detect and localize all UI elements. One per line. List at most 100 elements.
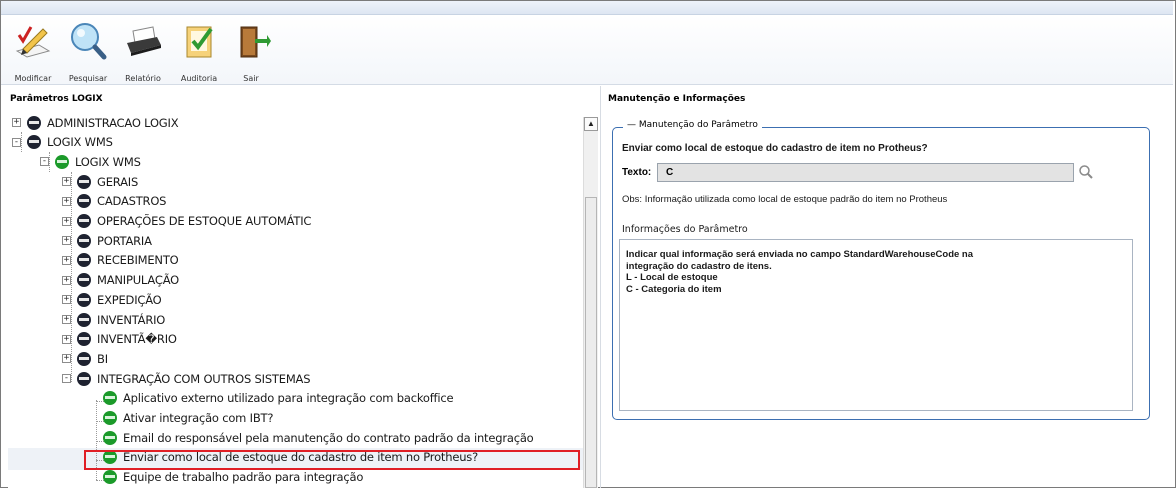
tree-item[interactable]: + RECEBIMENTO bbox=[62, 251, 179, 270]
folder-node-icon bbox=[77, 371, 91, 386]
expand-icon[interactable]: + bbox=[12, 118, 21, 127]
tree-item[interactable]: + CADASTROS bbox=[62, 192, 166, 211]
modificar-button[interactable]: Modificar bbox=[9, 21, 57, 83]
folder-node-icon bbox=[27, 135, 41, 150]
expand-icon[interactable]: + bbox=[62, 315, 71, 324]
tree-item[interactable]: - INTEGRAÇÃO COM OUTROS SISTEMAS bbox=[62, 369, 311, 388]
tree-item[interactable]: + BI bbox=[62, 349, 108, 368]
tree-item-label: Aplicativo externo utilizado para integr… bbox=[123, 391, 454, 406]
scroll-thumb[interactable] bbox=[585, 197, 597, 488]
tree-item-label: CADASTROS bbox=[97, 194, 167, 209]
auditoria-label: Auditoria bbox=[180, 74, 218, 83]
tree-item-label: MANIPULAÇÃO bbox=[97, 273, 180, 288]
scroll-up-button[interactable]: ▲ bbox=[584, 117, 598, 131]
folder-node-icon bbox=[77, 194, 91, 209]
fieldset-legend: — Manutenção do Parâmetro bbox=[623, 120, 762, 130]
folder-node-icon bbox=[77, 273, 91, 288]
tree-item[interactable]: + MANIPULAÇÃO bbox=[62, 271, 179, 290]
auditoria-button[interactable]: Auditoria bbox=[175, 21, 223, 83]
tree-item[interactable]: + EXPEDIÇÃO bbox=[62, 290, 162, 309]
checklist-icon bbox=[186, 26, 213, 58]
pesquisar-label: Pesquisar bbox=[68, 74, 108, 83]
search-icon[interactable] bbox=[1078, 164, 1094, 180]
printer-icon bbox=[127, 26, 161, 56]
tree-item-label: Ativar integração com IBT? bbox=[123, 411, 274, 425]
expand-icon[interactable]: + bbox=[62, 216, 71, 226]
parameter-info-box: Indicar qual informação será enviada no … bbox=[619, 239, 1133, 411]
exit-door-icon bbox=[240, 26, 271, 58]
tree-item[interactable]: + GERAIS bbox=[62, 172, 138, 191]
tree-item-label: LOGIX WMS bbox=[75, 154, 141, 169]
parameters-tree: + ADMINISTRACAO LOGIX - LOGIX WMS - LOGIX WMS… bbox=[8, 110, 598, 488]
left-panel-title: Parâmetros LOGIX bbox=[10, 94, 103, 104]
tree-item-label: EXPEDIÇÃO bbox=[97, 292, 162, 307]
panel-divider[interactable] bbox=[600, 86, 601, 488]
tree-item[interactable]: Aplicativo externo utilizado para integr… bbox=[88, 389, 454, 408]
right-panel-title: Manutenção e Informações bbox=[608, 94, 746, 104]
tree-scrollbar[interactable]: ▲ bbox=[583, 117, 598, 488]
expand-icon[interactable]: + bbox=[62, 354, 71, 364]
info-line: Indicar qual informação será enviada no … bbox=[626, 249, 974, 260]
tree-item-label: LOGIX WMS bbox=[47, 135, 113, 150]
tree-item[interactable]: Equipe de trabalho padrão para integraçã… bbox=[88, 468, 363, 487]
folder-node-icon bbox=[77, 351, 91, 366]
parameter-node-icon bbox=[55, 154, 69, 169]
tree-item[interactable]: + INVENTÃ�RIO bbox=[62, 330, 177, 349]
parameter-node-icon bbox=[103, 430, 117, 445]
collapse-icon[interactable]: - bbox=[40, 157, 49, 167]
magnifier-icon bbox=[71, 23, 107, 60]
tree-item[interactable]: - LOGIX WMS bbox=[12, 133, 113, 152]
folder-node-icon bbox=[77, 312, 91, 327]
tree-item-label: RECEBIMENTO bbox=[97, 253, 179, 268]
tree-item-label: INTEGRAÇÃO COM OUTROS SISTEMAS bbox=[97, 371, 311, 386]
tree-item-label: ADMINISTRACAO LOGIX bbox=[47, 115, 179, 130]
modificar-label: Modificar bbox=[14, 74, 52, 83]
collapse-icon[interactable]: - bbox=[12, 137, 21, 147]
parameter-node-icon bbox=[103, 470, 117, 485]
observation-text: Obs: Informação utilizada como local de … bbox=[622, 194, 948, 205]
tree-item[interactable]: - LOGIX WMS bbox=[40, 152, 141, 171]
pesquisar-button[interactable]: Pesquisar bbox=[64, 21, 112, 83]
pencil-edit-icon bbox=[15, 26, 51, 58]
tree-item[interactable]: + ADMINISTRACAO LOGIX bbox=[12, 113, 179, 132]
expand-icon[interactable]: + bbox=[62, 255, 71, 265]
expand-icon[interactable]: + bbox=[62, 275, 71, 285]
tree-item[interactable]: + INVENTÁRIO bbox=[62, 310, 165, 329]
sair-button[interactable]: Sair bbox=[227, 21, 275, 83]
info-line: L - Local de estoque bbox=[626, 272, 718, 283]
folder-node-icon bbox=[77, 332, 91, 347]
tree-item-label: Email do responsável pela manutenção do … bbox=[123, 430, 534, 445]
tree-item-label: INVENTÁRIO bbox=[97, 312, 166, 327]
tree-item[interactable]: + OPERAÇÕES DE ESTOQUE AUTOMÁTIC bbox=[62, 212, 311, 231]
folder-node-icon bbox=[77, 292, 91, 307]
expand-icon[interactable]: + bbox=[62, 334, 71, 344]
expand-icon[interactable]: + bbox=[62, 295, 71, 305]
folder-node-icon bbox=[77, 253, 91, 268]
sair-label: Sair bbox=[243, 74, 259, 83]
expand-icon[interactable]: + bbox=[62, 177, 71, 187]
info-title: Informações do Parâmetro bbox=[622, 224, 748, 235]
relatorio-button[interactable]: Relatório bbox=[119, 21, 167, 83]
tree-item-label: PORTARIA bbox=[97, 233, 152, 248]
info-line: integração do cadastro de itens. bbox=[626, 260, 772, 272]
tree-item[interactable]: + PORTARIA bbox=[62, 231, 152, 250]
texto-field[interactable]: C bbox=[657, 163, 1074, 182]
tree-item-label: Equipe de trabalho padrão para integraçã… bbox=[123, 470, 364, 485]
texto-label: Texto: bbox=[622, 167, 652, 178]
folder-node-icon bbox=[77, 174, 91, 189]
parameter-question: Enviar como local de estoque do cadastro… bbox=[622, 143, 928, 154]
expand-icon[interactable]: + bbox=[62, 196, 71, 206]
collapse-icon[interactable]: - bbox=[62, 374, 71, 384]
folder-node-icon bbox=[27, 115, 41, 130]
tree-item[interactable]: Ativar integração com IBT? bbox=[88, 409, 273, 428]
folder-node-icon bbox=[77, 233, 91, 248]
relatorio-label: Relatório bbox=[125, 74, 161, 83]
tree-item-label: GERAIS bbox=[97, 174, 139, 189]
selected-item-highlight bbox=[84, 450, 580, 470]
tree-item[interactable]: Email do responsável pela manutenção do … bbox=[88, 428, 534, 447]
tree-item-label: BI bbox=[97, 351, 108, 366]
info-line: C - Categoria do item bbox=[626, 283, 722, 295]
expand-icon[interactable]: + bbox=[62, 236, 71, 246]
toolbar: Modificar Pesquisar Relatório Auditoria bbox=[1, 15, 1173, 85]
title-bar bbox=[1, 1, 1173, 15]
